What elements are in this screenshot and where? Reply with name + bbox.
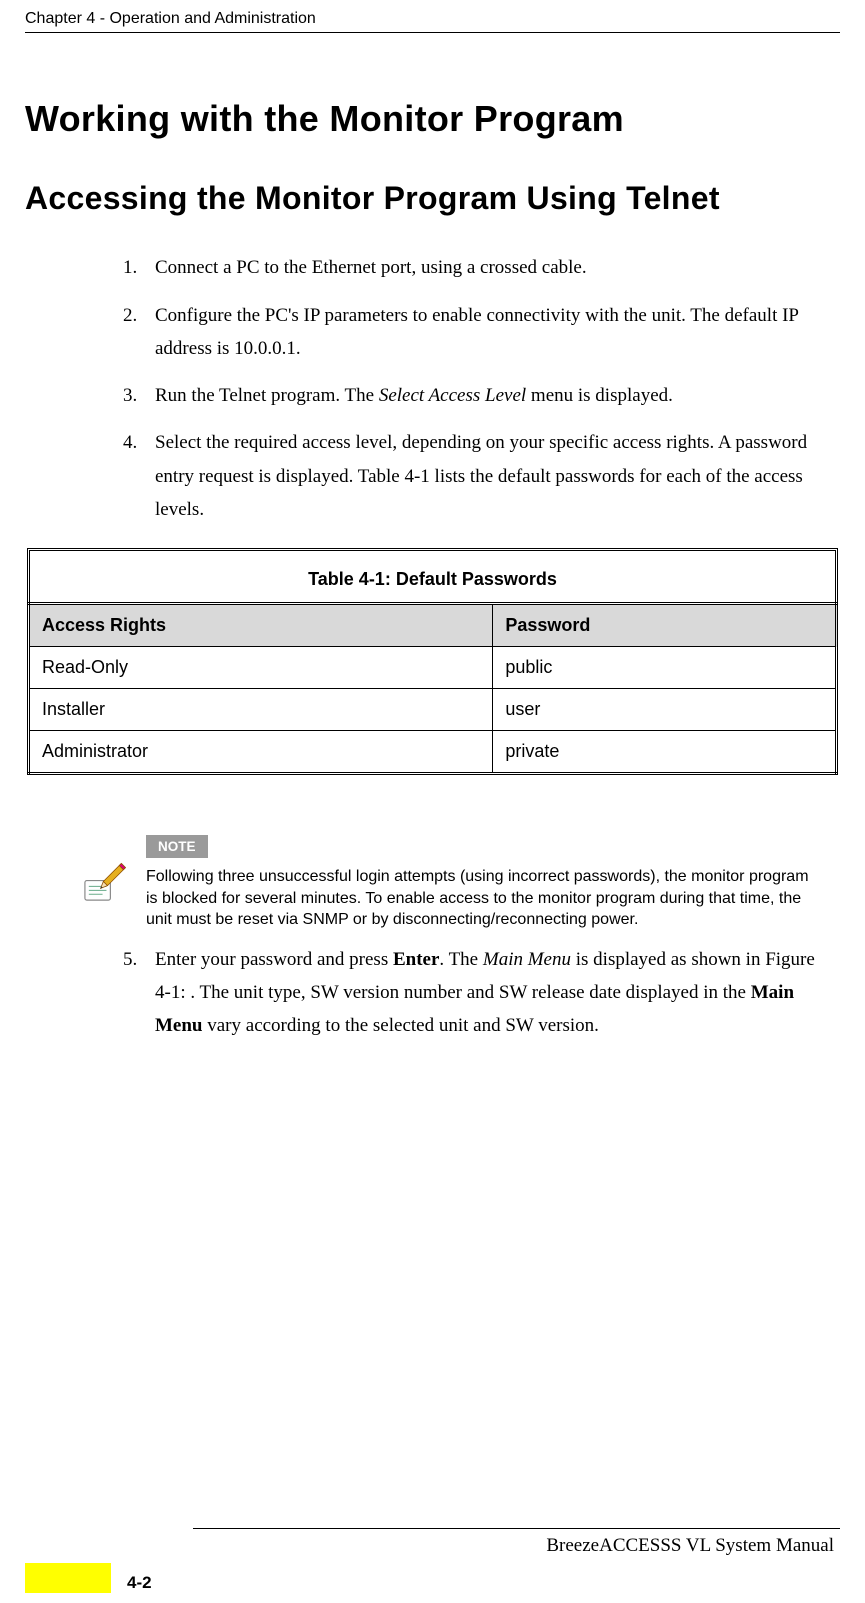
italic-text: Select Access Level [379,385,526,406]
table-header-cell: Access Rights [29,604,493,647]
list-number: 5. [123,943,137,976]
list-text: Run the Telnet program. The [155,385,379,406]
table-header-cell: Password [493,604,837,647]
list-item: 3. Run the Telnet program. The Select Ac… [155,379,825,412]
table-row: Installer user [29,689,837,731]
table-cell: Administrator [29,731,493,774]
table-cell: public [493,647,837,689]
table-cell: Installer [29,689,493,731]
list-number: 3. [123,379,137,412]
ordered-list-steps: 1. Connect a PC to the Ethernet port, us… [25,251,840,526]
footer-manual-title: BreezeACCESSS VL System Manual [25,1535,840,1557]
table-cell: user [493,689,837,731]
list-text: Enter your password and press [155,949,393,970]
table-row: Administrator private [29,731,837,774]
list-text: vary according to the selected unit and … [203,1015,599,1036]
list-text: . The [439,949,482,970]
list-text: Connect a PC to the Ethernet port, using… [155,257,587,278]
page-footer: BreezeACCESSS VL System Manual 4-2 [25,1528,840,1593]
list-number: 2. [123,299,137,332]
bold-text: Enter [393,949,439,970]
table-cell: Read-Only [29,647,493,689]
note-pencil-icon [81,859,128,906]
table-caption: Table 4-1: Default Passwords [27,548,838,602]
section-title-h2: Accessing the Monitor Program Using Teln… [25,175,840,221]
list-item: 2. Configure the PC's IP parameters to e… [155,299,825,366]
list-item: 5. Enter your password and press Enter. … [155,943,825,1043]
list-number: 4. [123,426,137,459]
yellow-highlight-strip [25,1563,111,1593]
list-item: 1. Connect a PC to the Ethernet port, us… [155,251,825,284]
list-text: menu is displayed. [526,385,673,406]
italic-text: Main Menu [483,949,571,970]
note-block: NOTE Following three unsuccessful login … [81,835,824,931]
ordered-list-steps-cont: 5. Enter your password and press Enter. … [25,943,840,1043]
list-number: 1. [123,251,137,284]
chapter-header: Chapter 4 - Operation and Administration [25,10,840,33]
table-row: Read-Only public [29,647,837,689]
page-title-h1: Working with the Monitor Program [25,98,840,140]
note-text: Following three unsuccessful login attem… [146,866,824,931]
page-number: 4-2 [127,1573,152,1593]
list-text: Configure the PC's IP parameters to enab… [155,305,798,359]
list-text: Select the required access level, depend… [155,432,807,520]
passwords-table: Table 4-1: Default Passwords Access Righ… [27,548,838,775]
note-tag: NOTE [146,835,208,858]
table-cell: private [493,731,837,774]
list-item: 4. Select the required access level, dep… [155,426,825,526]
